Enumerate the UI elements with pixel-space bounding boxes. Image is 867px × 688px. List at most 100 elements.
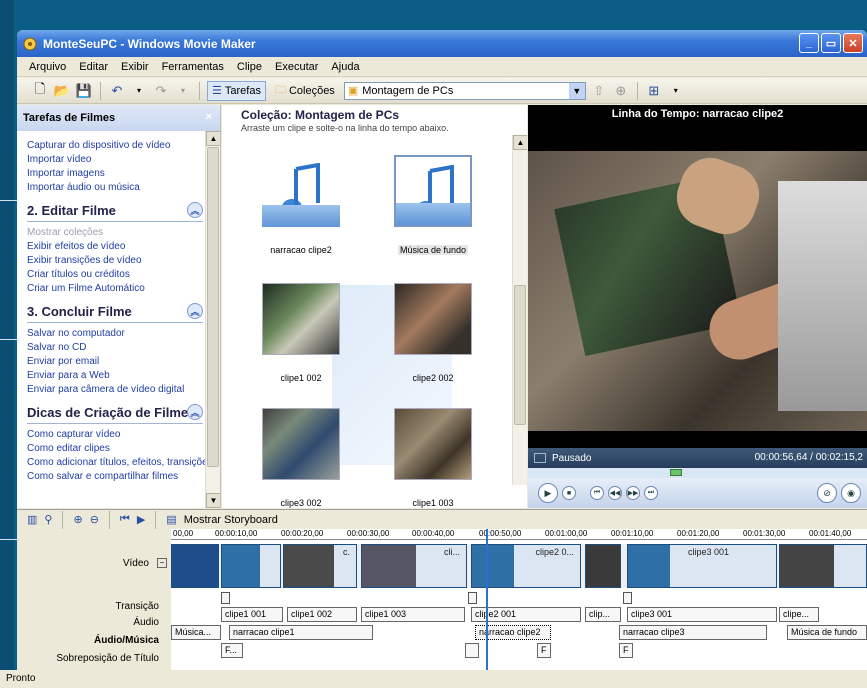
menu-ajuda[interactable]: Ajuda — [331, 61, 359, 73]
clip-item[interactable]: clipe1 002 — [251, 283, 351, 383]
views-icon[interactable]: ⊞ — [645, 82, 663, 100]
collections-button[interactable]: 🗀 Coleções — [270, 81, 340, 101]
timeline-ruler[interactable]: 00,00 00:00:10,00 00:00:20,00 00:00:30,0… — [171, 529, 867, 540]
clip-item[interactable]: clipe1 003 — [383, 408, 483, 508]
clip-item[interactable]: narracao clipe2 — [251, 155, 351, 255]
music-clip[interactable]: narracao clipe1 — [229, 625, 373, 640]
audio-clip[interactable]: clipe... — [779, 607, 819, 622]
tasks-button[interactable]: ☰ Tarefas — [207, 80, 266, 101]
video-clip[interactable] — [585, 544, 621, 588]
section-finish-title[interactable]: 3. Concluir Filme ︽ — [27, 301, 203, 323]
title-clip-empty[interactable] — [465, 643, 479, 658]
section-edit-title[interactable]: 2. Editar Filme ︽ — [27, 200, 203, 222]
audio-clip[interactable]: clipe1 001 — [221, 607, 283, 622]
video-clip[interactable] — [171, 544, 219, 588]
menu-ferramentas[interactable]: Ferramentas — [162, 61, 224, 73]
music-clip[interactable]: Música de fundo — [787, 625, 867, 640]
chevron-down-icon[interactable]: ▾ — [174, 82, 192, 100]
title-clip[interactable]: F — [537, 643, 551, 658]
music-clip[interactable]: Música... — [171, 625, 221, 640]
audio-clip[interactable]: clip... — [585, 607, 621, 622]
task-link-how-edit[interactable]: Como editar clipes — [27, 442, 205, 456]
title-clip[interactable]: F... — [221, 643, 243, 658]
set-audio-levels-icon[interactable]: ⚲ — [44, 513, 52, 526]
audio-clip[interactable]: clipe1 002 — [287, 607, 357, 622]
video-clip[interactable] — [779, 544, 867, 588]
minimize-button[interactable]: _ — [799, 33, 819, 53]
scroll-down-icon[interactable]: ▼ — [206, 493, 220, 508]
tasks-scrollbar[interactable]: ▲ ▼ — [205, 131, 220, 508]
collection-scrollbar[interactable]: ▲ ▼ — [512, 135, 527, 485]
scroll-up-icon[interactable]: ▲ — [513, 135, 527, 150]
task-link-capture[interactable]: Capturar do dispositivo de vídeo — [27, 139, 205, 153]
task-link-how-save-share[interactable]: Como salvar e compartilhar filmes — [27, 470, 205, 484]
title-bar[interactable]: MonteSeuPC - Windows Movie Maker _ ▭ ✕ — [17, 30, 867, 57]
rewind-icon[interactable]: ◀◀ — [608, 486, 622, 500]
new-project-icon[interactable]: 🗋 — [31, 81, 49, 100]
redo-icon[interactable]: ↷ — [152, 82, 170, 100]
scroll-up-icon[interactable]: ▲ — [206, 131, 220, 146]
task-link-save-computer[interactable]: Salvar no computador — [27, 327, 205, 341]
scrollbar-thumb[interactable] — [207, 147, 219, 467]
collection-select[interactable]: ▣ Montagem de PCs ▼ — [343, 81, 586, 100]
task-link-send-email[interactable]: Enviar por email — [27, 355, 205, 369]
menu-editar[interactable]: Editar — [79, 61, 108, 73]
stop-icon[interactable]: ■ — [562, 486, 576, 500]
close-icon[interactable]: × — [206, 111, 212, 123]
task-link-how-capture[interactable]: Como capturar vídeo — [27, 428, 205, 442]
rewind-timeline-icon[interactable]: ⏮ — [120, 513, 130, 526]
task-link-save-cd[interactable]: Salvar no CD — [27, 341, 205, 355]
chevron-up-icon[interactable]: ︽ — [187, 404, 203, 420]
zoom-in-icon[interactable]: ⊕ — [73, 513, 82, 526]
save-project-icon[interactable]: 💾 — [75, 82, 93, 100]
section-tips-title[interactable]: Dicas de Criação de Filme ︽ — [27, 402, 203, 424]
forward-icon[interactable]: ▶▶ — [626, 486, 640, 500]
task-link-import-images[interactable]: Importar imagens — [27, 167, 205, 181]
seek-bar[interactable] — [528, 468, 867, 478]
chevron-down-icon[interactable]: ▼ — [568, 82, 585, 99]
clip-item[interactable]: clipe2 002 — [383, 283, 483, 383]
menu-clipe[interactable]: Clipe — [237, 61, 262, 73]
narrate-icon[interactable]: ▥ — [27, 513, 37, 526]
transition-marker[interactable] — [623, 592, 632, 604]
task-link-send-web[interactable]: Enviar para a Web — [27, 369, 205, 383]
new-folder-icon[interactable]: ⊕ — [612, 82, 630, 100]
audio-clip[interactable]: clipe1 003 — [361, 607, 465, 622]
open-project-icon[interactable]: 📂 — [53, 82, 71, 100]
expand-video-track-icon[interactable]: − — [157, 558, 167, 568]
seek-thumb[interactable] — [670, 469, 682, 476]
playback-indicator[interactable] — [486, 529, 488, 679]
video-clip[interactable] — [221, 544, 281, 588]
transition-marker[interactable] — [221, 592, 230, 604]
clip-item-selected[interactable]: Música de fundo — [383, 155, 483, 256]
audio-clip[interactable]: clipe3 001 — [627, 607, 777, 622]
title-clip[interactable]: F — [619, 643, 633, 658]
task-link-import-video[interactable]: Importar vídeo — [27, 153, 205, 167]
play-timeline-icon[interactable]: ▶ — [137, 513, 145, 526]
clip-item[interactable]: clipe3 002 — [251, 408, 351, 508]
zoom-out-icon[interactable]: ⊖ — [90, 513, 99, 526]
video-clip[interactable]: cli... — [361, 544, 467, 588]
split-clip-icon[interactable]: ⊘ — [817, 483, 837, 503]
chevron-down-icon[interactable]: ▾ — [667, 82, 685, 100]
chevron-up-icon[interactable]: ︽ — [187, 202, 203, 218]
task-link-video-effects[interactable]: Exibir efeitos de vídeo — [27, 240, 205, 254]
chevron-down-icon[interactable]: ▾ — [130, 82, 148, 100]
next-frame-icon[interactable]: ⏭ — [644, 486, 658, 500]
menu-executar[interactable]: Executar — [275, 61, 318, 73]
task-link-how-add-titles[interactable]: Como adicionar títulos, efeitos, transiç… — [27, 456, 213, 470]
menu-exibir[interactable]: Exibir — [121, 61, 149, 73]
show-storyboard-button[interactable]: Mostrar Storyboard — [184, 514, 278, 526]
play-icon[interactable]: ▶ — [538, 483, 558, 503]
video-clip[interactable]: clipe3 001 — [627, 544, 777, 588]
menu-arquivo[interactable]: Arquivo — [29, 61, 66, 73]
video-clip[interactable]: c. — [283, 544, 357, 588]
previous-frame-icon[interactable]: ⏮ — [590, 486, 604, 500]
task-link-titles-credits[interactable]: Criar títulos ou créditos — [27, 268, 205, 282]
close-button[interactable]: ✕ — [843, 33, 863, 53]
task-link-video-transitions[interactable]: Exibir transições de vídeo — [27, 254, 205, 268]
storyboard-icon[interactable]: ▤ — [166, 513, 176, 526]
task-link-send-camera[interactable]: Enviar para câmera de vídeo digital — [27, 383, 205, 397]
maximize-button[interactable]: ▭ — [821, 33, 841, 53]
chevron-up-icon[interactable]: ︽ — [187, 303, 203, 319]
